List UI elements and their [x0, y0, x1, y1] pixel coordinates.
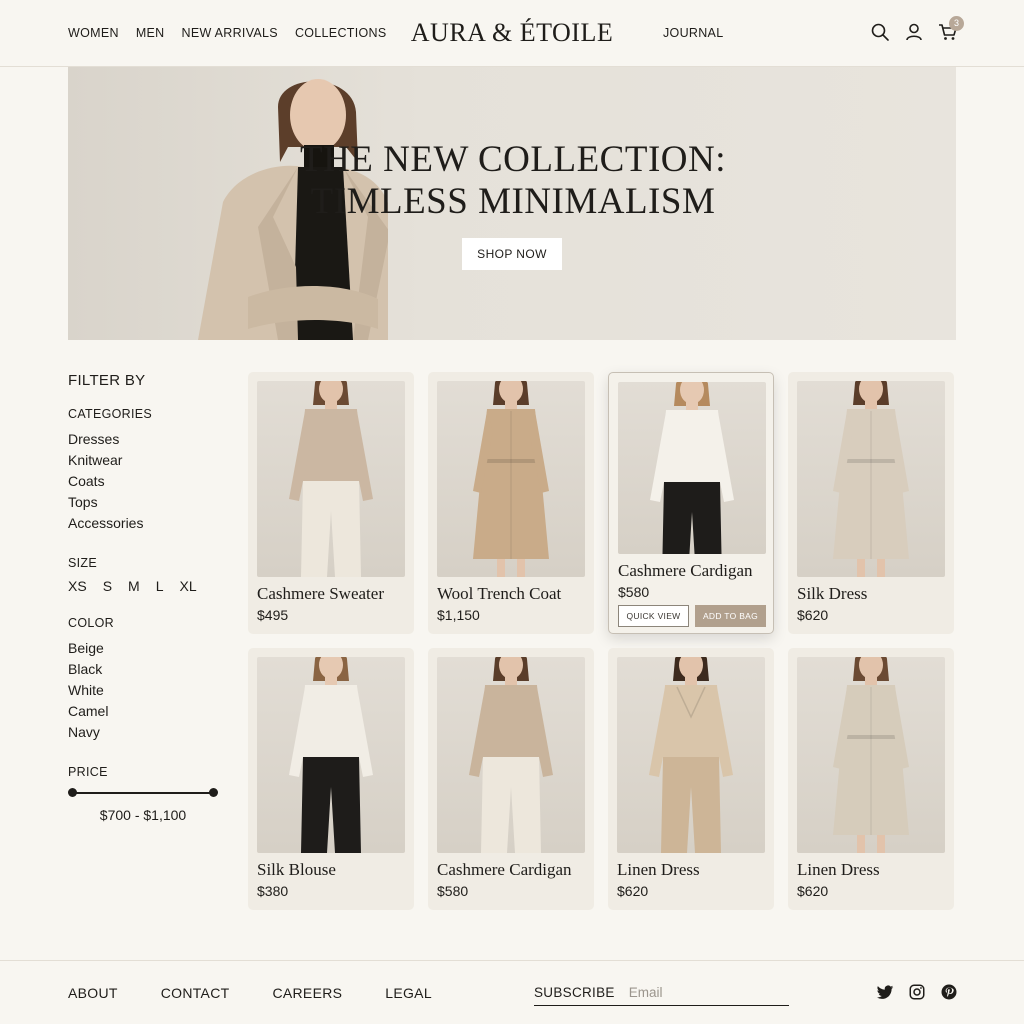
subscribe-form: SUBSCRIBE: [534, 982, 806, 1006]
price-slider-track: [72, 792, 214, 794]
pinterest-icon[interactable]: [940, 983, 958, 1001]
filter-sidebar: FILTER BY CATEGORIES Dresses Knitwear Co…: [68, 372, 228, 845]
product-model-figure: [833, 657, 909, 853]
product-name[interactable]: Linen Dress: [617, 860, 700, 880]
product-price: $495: [257, 607, 289, 623]
footer-link-about[interactable]: ABOUT: [68, 985, 118, 1001]
filter-color-navy[interactable]: Navy: [68, 722, 228, 743]
product-name[interactable]: Wool Trench Coat: [437, 584, 561, 604]
product-card[interactable]: Cashmere Cardigan $580 QUICK VIEW ADD TO BA…: [608, 372, 774, 634]
product-model-figure: [289, 657, 373, 853]
filter-size-xl[interactable]: XL: [180, 578, 197, 594]
filter-size-m[interactable]: M: [128, 578, 140, 594]
product-name[interactable]: Cashmere Cardigan: [437, 860, 572, 880]
product-card[interactable]: Cashmere Sweater $495: [248, 372, 414, 634]
filter-color: COLOR Beige Black White Camel Navy: [68, 616, 228, 743]
filter-category-coats[interactable]: Coats: [68, 471, 228, 492]
filter-size: SIZE XS S M L XL: [68, 556, 228, 594]
product-name[interactable]: Cashmere Sweater: [257, 584, 384, 604]
filter-color-label: COLOR: [68, 616, 114, 630]
hero-title: THE NEW COLLECTION: TIMLESS MINIMALISM: [268, 139, 758, 223]
hero-title-line-1: THE NEW COLLECTION:: [299, 139, 727, 180]
filter-color-beige[interactable]: Beige: [68, 638, 228, 659]
shop-now-button[interactable]: SHOP NOW: [462, 238, 562, 270]
quick-view-button[interactable]: QUICK VIEW: [618, 605, 689, 627]
site-footer: ABOUT CONTACT CAREERS LEGAL SUBSCRIBE: [0, 960, 1024, 1024]
product-price: $1,150: [437, 607, 480, 623]
filter-category-knitwear[interactable]: Knitwear: [68, 450, 228, 471]
product-price: $620: [797, 883, 829, 899]
hero-banner: THE NEW COLLECTION: TIMLESS MINIMALISM S…: [68, 67, 956, 340]
filter-category-dresses[interactable]: Dresses: [68, 429, 228, 450]
filter-categories: CATEGORIES Dresses Knitwear Coats Tops A…: [68, 407, 228, 534]
filter-size-label: SIZE: [68, 556, 97, 570]
instagram-icon[interactable]: [908, 983, 926, 1001]
hero-title-line-2: TIMLESS MINIMALISM: [310, 181, 716, 222]
email-field[interactable]: [628, 985, 806, 1005]
product-model-figure: [650, 382, 734, 554]
product-price: $380: [257, 883, 289, 899]
filter-size-l[interactable]: L: [156, 578, 164, 594]
product-card[interactable]: Silk Dress $620: [788, 372, 954, 634]
product-price: $580: [618, 584, 650, 600]
product-model-figure: [473, 381, 549, 577]
social-links: [876, 983, 958, 1001]
cart-count-badge: 3: [949, 16, 964, 31]
price-max-handle[interactable]: [209, 788, 218, 797]
filter-categories-label: CATEGORIES: [68, 407, 153, 421]
product-card[interactable]: Cashmere Cardigan $580: [428, 648, 594, 910]
product-card[interactable]: Wool Trench Coat $1,150: [428, 372, 594, 634]
product-card[interactable]: Silk Blouse $380: [248, 648, 414, 910]
product-name[interactable]: Silk Blouse: [257, 860, 336, 880]
cart-button[interactable]: 3: [938, 16, 964, 42]
product-image[interactable]: [797, 657, 945, 853]
filter-size-s[interactable]: S: [103, 578, 112, 594]
header-icons: 3: [870, 16, 964, 42]
add-to-bag-button[interactable]: ADD TO BAG: [695, 605, 766, 627]
product-card[interactable]: Linen Dress $620: [608, 648, 774, 910]
filter-category-accessories[interactable]: Accessories: [68, 513, 228, 534]
price-range-value: $700 - $1,100: [99, 807, 187, 823]
footer-link-legal[interactable]: LEGAL: [385, 985, 432, 1001]
filter-title: FILTER BY: [68, 372, 146, 389]
product-model-figure: [469, 657, 553, 853]
product-image[interactable]: [618, 382, 766, 554]
filter-color-camel[interactable]: Camel: [68, 701, 228, 722]
filter-price-label: PRICE: [68, 765, 108, 779]
product-name[interactable]: Cashmere Cardigan: [618, 561, 753, 581]
user-icon[interactable]: [904, 22, 924, 42]
filter-size-xs[interactable]: XS: [68, 578, 87, 594]
product-name[interactable]: Silk Dress: [797, 584, 867, 604]
product-model-figure: [289, 381, 373, 577]
product-price: $580: [437, 883, 469, 899]
filter-price: PRICE $700 - $1,100: [68, 765, 228, 823]
site-header: WOMEN MEN NEW ARRIVALS COLLECTIONS AURA …: [0, 0, 1024, 67]
product-grid: Cashmere Sweater $495 Wool Trench Coat $1,1…: [248, 372, 956, 910]
filter-color-white[interactable]: White: [68, 680, 228, 701]
footer-link-contact[interactable]: CONTACT: [161, 985, 230, 1001]
price-slider[interactable]: [68, 787, 218, 799]
price-min-handle[interactable]: [68, 788, 77, 797]
product-image[interactable]: [437, 657, 585, 853]
product-image[interactable]: [257, 381, 405, 577]
twitter-icon[interactable]: [876, 983, 894, 1001]
subscribe-label: SUBSCRIBE: [534, 985, 615, 1000]
product-price: $620: [617, 883, 649, 899]
product-name[interactable]: Linen Dress: [797, 860, 880, 880]
nav-journal[interactable]: JOURNAL: [663, 26, 723, 40]
product-image[interactable]: [797, 381, 945, 577]
search-icon[interactable]: [870, 22, 890, 42]
product-image[interactable]: [257, 657, 405, 853]
filter-color-black[interactable]: Black: [68, 659, 228, 680]
product-model-figure: [833, 381, 909, 577]
filter-category-tops[interactable]: Tops: [68, 492, 228, 513]
product-model-figure: [649, 657, 733, 853]
product-image[interactable]: [617, 657, 765, 853]
product-price: $620: [797, 607, 829, 623]
product-image[interactable]: [437, 381, 585, 577]
footer-links: ABOUT CONTACT CAREERS LEGAL: [68, 985, 432, 1001]
product-card[interactable]: Linen Dress $620: [788, 648, 954, 910]
footer-link-careers[interactable]: CAREERS: [272, 985, 342, 1001]
